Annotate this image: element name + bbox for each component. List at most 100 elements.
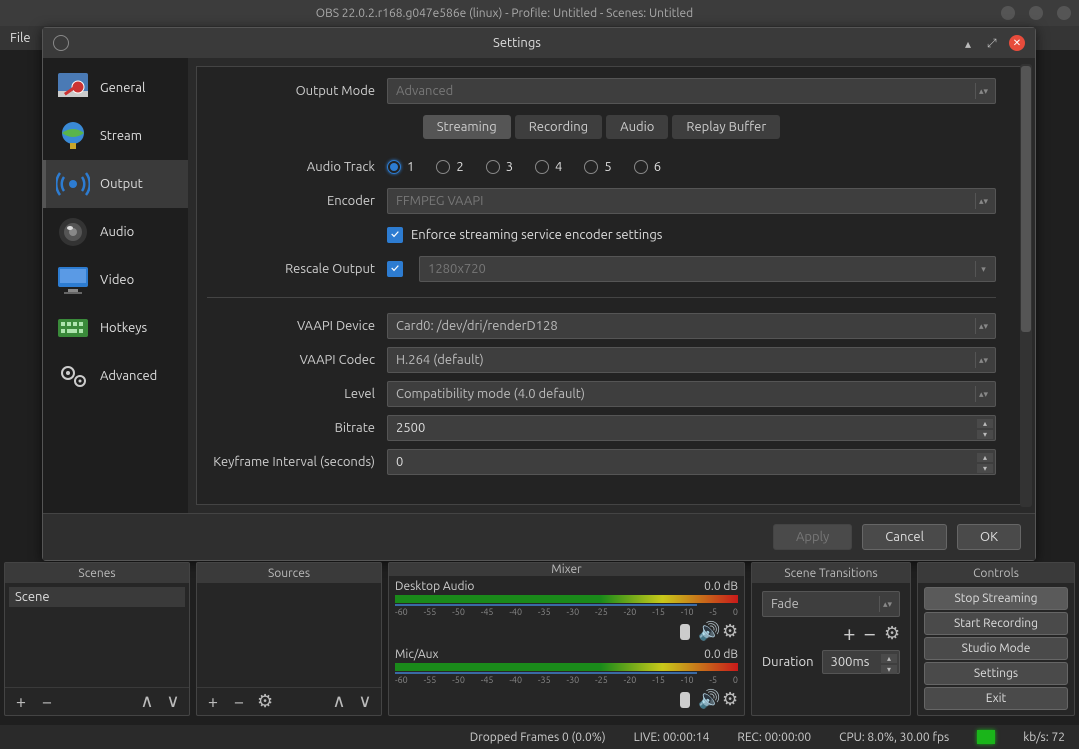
output-mode-label: Output Mode [207,84,387,98]
scrollbar-thumb[interactable] [1021,66,1031,332]
tab-recording[interactable]: Recording [515,115,602,139]
encoder-label: Encoder [207,194,387,208]
audio-track-4[interactable]: 4 [535,160,562,174]
keyboard-icon [56,311,90,345]
speaker-icon[interactable]: 🔊 [698,621,714,642]
exit-button[interactable]: Exit [924,687,1068,710]
settings-titlebar: Settings ▴ ⤢ ✕ [43,28,1035,58]
encoder-select[interactable]: FFMPEG VAAPI ▴▾ [387,188,996,214]
spin-down-icon[interactable]: ▾ [881,665,897,674]
cancel-button[interactable]: Cancel [862,524,947,550]
enforce-checkbox[interactable]: ✓ [387,227,403,243]
remove-icon[interactable]: − [231,692,247,712]
maximize-icon[interactable] [1029,6,1043,20]
volume-slider[interactable] [680,692,690,708]
audio-track-3[interactable]: 3 [486,160,513,174]
output-mode-select[interactable]: Advanced ▴▾ [387,78,996,104]
tab-replay-buffer[interactable]: Replay Buffer [672,115,780,139]
mixer-panel: Mixer Desktop Audio0.0 dB -60-55-50-45-4… [388,562,745,716]
minimize-icon[interactable] [1001,6,1015,20]
add-icon[interactable]: + [13,692,29,712]
duration-input[interactable]: 300ms▴▾ [822,650,901,674]
spin-down-icon[interactable]: ▾ [977,430,993,439]
keyframe-label: Keyframe Interval (seconds) [207,455,387,469]
transition-select[interactable]: Fade▴▾ [762,591,900,617]
transitions-panel: Scene Transitions Fade▴▾ + − ⚙ Duration … [751,562,911,716]
spin-up-icon[interactable]: ▴ [881,654,897,663]
panel-title: Scene Transitions [752,563,910,583]
gear-icon[interactable]: ⚙ [257,691,273,712]
radio-icon [436,160,450,174]
obs-logo-icon [53,35,69,51]
level-label: Level [207,387,387,401]
volume-slider[interactable] [680,624,690,640]
duration-label: Duration [762,655,814,669]
settings-button[interactable]: Settings [924,662,1068,685]
stop-streaming-button[interactable]: Stop Streaming [924,587,1068,610]
move-down-icon[interactable]: ∨ [357,691,373,712]
sidebar-item-audio[interactable]: Audio [43,208,188,256]
rescale-label: Rescale Output [207,262,387,276]
ok-button[interactable]: OK [957,524,1021,550]
close-icon[interactable] [1057,6,1071,20]
gear-icon[interactable]: ⚙ [722,689,738,710]
status-kbps: kb/s: 72 [1023,731,1065,744]
chevron-down-icon: ▾ [975,261,991,277]
sidebar-item-advanced[interactable]: Advanced [43,352,188,400]
gear-icon[interactable]: ⚙ [884,623,900,644]
sidebar-item-video[interactable]: Video [43,256,188,304]
scrollbar[interactable] [1020,64,1032,507]
meter-ticks: -60-55-50-45-40-35-30-25-20-15-10-50 [395,675,738,685]
start-recording-button[interactable]: Start Recording [924,612,1068,635]
close-icon[interactable]: ✕ [1009,35,1025,51]
vaapi-codec-select[interactable]: H.264 (default)▴▾ [387,347,996,373]
level-select[interactable]: Compatibility mode (4.0 default)▴▾ [387,381,996,407]
spin-up-icon[interactable]: ▴ [977,453,993,462]
radio-icon [486,160,500,174]
keyframe-input[interactable]: 0▴▾ [387,449,996,475]
sidebar-item-stream[interactable]: Stream [43,112,188,160]
tab-audio[interactable]: Audio [606,115,668,139]
audio-track-1[interactable]: 1 [387,160,414,174]
mixer-source-name: Desktop Audio [395,580,474,593]
panel-title: Sources [197,563,381,583]
radio-icon [584,160,598,174]
status-dropped-frames: Dropped Frames 0 (0.0%) [470,731,606,744]
audio-track-6[interactable]: 6 [634,160,661,174]
add-transition-icon[interactable]: + [843,621,855,646]
radio-icon [387,160,401,174]
studio-mode-button[interactable]: Studio Mode [924,637,1068,660]
radio-icon [634,160,648,174]
apply-button[interactable]: Apply [773,524,852,550]
vaapi-device-select[interactable]: Card0: /dev/dri/renderD128▴▾ [387,313,996,339]
settings-footer: Apply Cancel OK [43,513,1035,560]
sidebar-item-output[interactable]: Output [43,160,188,208]
speaker-icon[interactable]: 🔊 [698,689,714,710]
scene-list-item[interactable]: Scene [9,587,185,607]
audio-track-5[interactable]: 5 [584,160,611,174]
sidebar-label: Video [100,273,134,287]
move-up-icon[interactable]: ∧ [331,691,347,712]
menu-file[interactable]: File [10,31,31,45]
sidebar-label: Hotkeys [100,321,147,335]
maximize-icon[interactable]: ⤢ [987,37,999,49]
output-tabs: Streaming Recording Audio Replay Buffer [207,115,996,139]
sidebar-item-general[interactable]: General [43,64,188,112]
bitrate-input[interactable]: 2500▴▾ [387,415,996,441]
audio-track-2[interactable]: 2 [436,160,463,174]
rescale-select[interactable]: 1280x720 ▾ [419,256,996,282]
move-up-icon[interactable]: ∧ [139,691,155,712]
rescale-checkbox[interactable]: ✓ [387,261,403,277]
tab-streaming[interactable]: Streaming [423,115,511,139]
settings-content: Output Mode Advanced ▴▾ Streaming Record… [196,66,1025,505]
remove-icon[interactable]: − [39,692,55,712]
move-down-icon[interactable]: ∨ [165,691,181,712]
spin-up-icon[interactable]: ▴ [977,419,993,428]
add-icon[interactable]: + [205,692,221,712]
sidebar-item-hotkeys[interactable]: Hotkeys [43,304,188,352]
remove-transition-icon[interactable]: − [864,621,876,646]
spin-down-icon[interactable]: ▾ [977,464,993,473]
rollup-icon[interactable]: ▴ [965,37,977,49]
panel-title: Scenes [5,563,189,583]
gear-icon[interactable]: ⚙ [722,621,738,642]
